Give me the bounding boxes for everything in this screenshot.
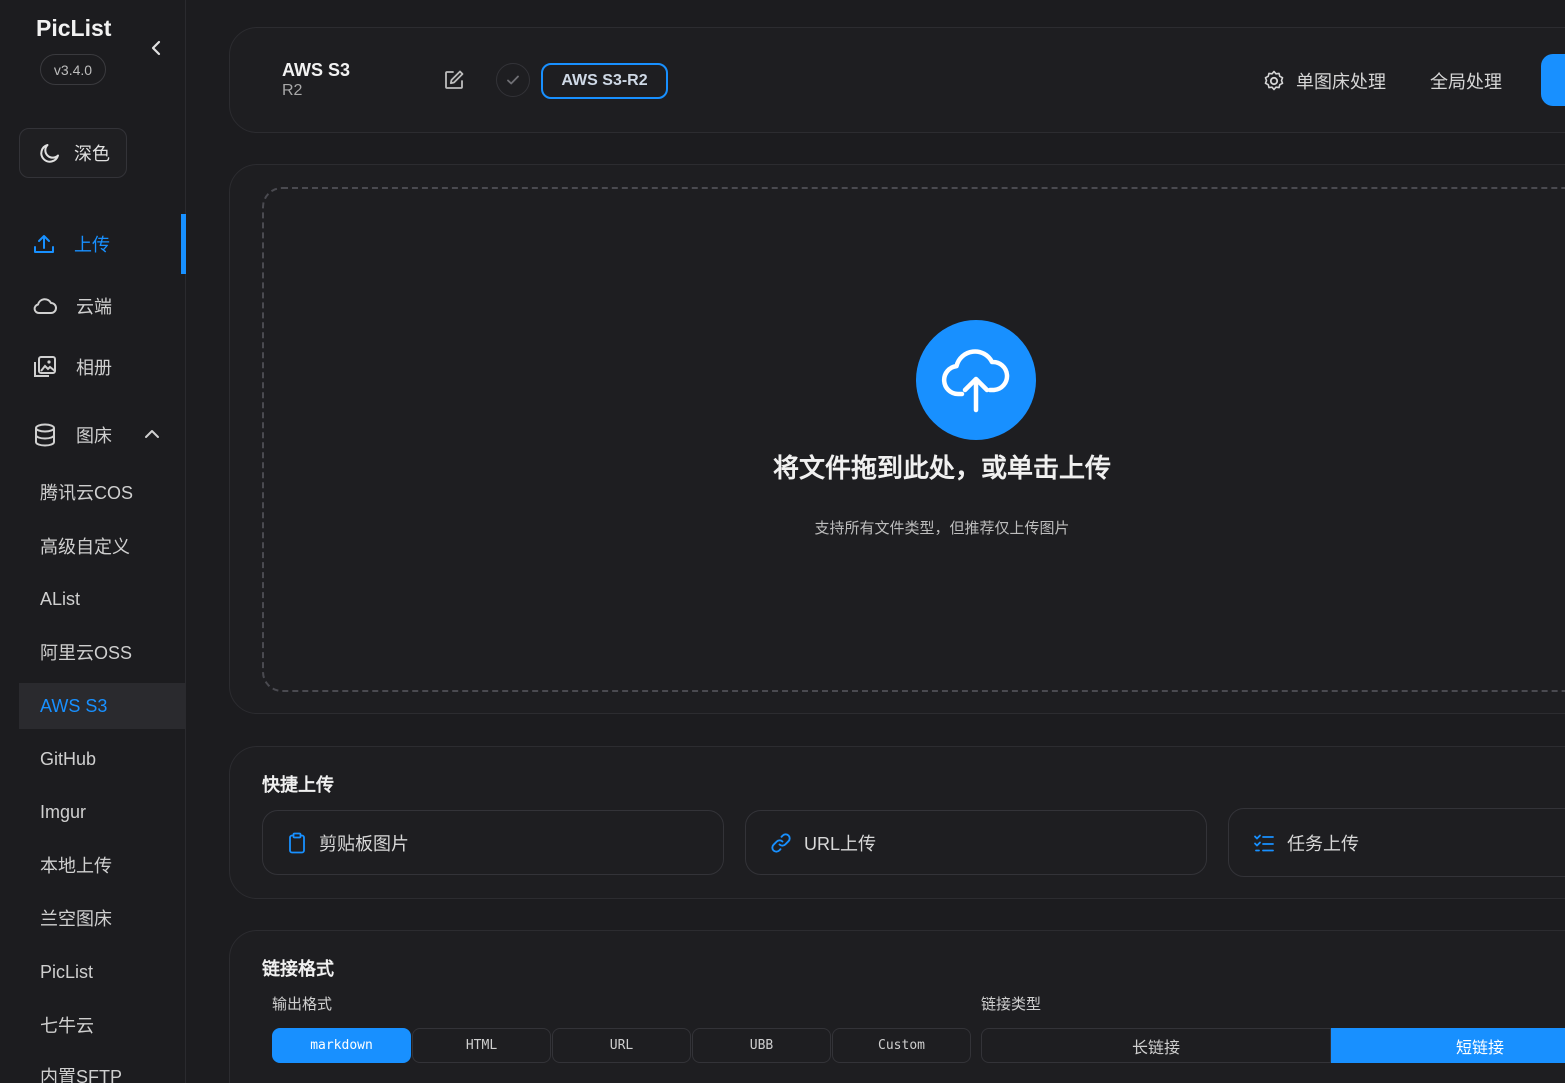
- theme-toggle-button[interactable]: 深色: [19, 128, 127, 178]
- format-option-ubb[interactable]: UBB: [692, 1028, 831, 1063]
- cloud-icon: [33, 298, 57, 315]
- picbed-item[interactable]: GitHub: [19, 736, 186, 782]
- checklist-icon: [1254, 834, 1274, 851]
- picbed-subtitle: R2: [282, 82, 303, 99]
- app-name: PicList: [36, 15, 112, 41]
- link-type-short[interactable]: 短链接: [1331, 1028, 1565, 1063]
- picbed-item[interactable]: 腾讯云COS: [19, 469, 186, 515]
- task-upload-button[interactable]: 任务上传: [1228, 808, 1565, 877]
- edit-icon: [445, 70, 464, 89]
- format-option-html[interactable]: HTML: [412, 1028, 551, 1063]
- moon-icon: [40, 144, 59, 163]
- picbed-item-active[interactable]: AWS S3: [19, 683, 186, 729]
- drop-subtitle: 支持所有文件类型，但推荐仅上传图片: [814, 520, 1070, 537]
- version-badge: v3.4.0: [40, 54, 106, 85]
- chevron-left-icon: [151, 40, 161, 56]
- chevron-up-icon: [145, 430, 159, 438]
- upload-circle: [916, 320, 1036, 440]
- nav-upload-label: 上传: [74, 235, 110, 255]
- clipboard-upload-label: 剪贴板图片: [319, 833, 409, 854]
- link-type-long[interactable]: 长链接: [981, 1028, 1331, 1063]
- picbed-item[interactable]: Imgur: [19, 789, 186, 835]
- cloud-upload-icon: [941, 349, 1010, 413]
- picbed-item[interactable]: 高级自定义: [19, 523, 186, 569]
- single-picbed-process-button[interactable]: 单图床处理: [1262, 68, 1386, 94]
- set-default-button[interactable]: [496, 63, 530, 97]
- quick-upload-title: 快捷上传: [262, 775, 334, 795]
- config-name-tag[interactable]: AWS S3-R2: [541, 63, 668, 99]
- quick-upload-card: 快捷上传 剪贴板图片 URL上传 任务上传: [229, 746, 1565, 899]
- collapse-sidebar-button[interactable]: [146, 38, 166, 58]
- picbed-item[interactable]: 兰空图床: [19, 895, 186, 941]
- single-process-label: 单图床处理: [1296, 72, 1386, 92]
- link-type-label: 链接类型: [981, 996, 1042, 1013]
- picbed-item[interactable]: 本地上传: [19, 842, 186, 888]
- sidebar: PicList v3.4.0 深色 上传 云端 相册 图床 腾讯云COS 高级自…: [0, 0, 186, 1083]
- gallery-icon: [34, 356, 56, 377]
- global-process-button[interactable]: 全局处理: [1430, 68, 1502, 94]
- url-upload-label: URL上传: [804, 833, 877, 854]
- edit-config-button[interactable]: [443, 69, 465, 91]
- output-format-label: 输出格式: [272, 996, 333, 1013]
- link-format-title: 链接格式: [262, 959, 334, 979]
- nav-picbed-label: 图床: [76, 426, 112, 446]
- upload-card: 将文件拖到此处，或单击上传 支持所有文件类型，但推荐仅上传图片: [229, 164, 1565, 714]
- picbed-item[interactable]: 七牛云: [19, 1002, 186, 1048]
- task-upload-label: 任务上传: [1287, 833, 1359, 854]
- picbed-header-card: AWS S3 R2 AWS S3-R2 单图床处理 全局处理: [229, 27, 1565, 133]
- nav-album-label: 相册: [76, 358, 112, 378]
- link-icon: [771, 832, 791, 853]
- clipboard-upload-button[interactable]: 剪贴板图片: [262, 810, 724, 875]
- database-icon: [35, 423, 55, 447]
- theme-toggle-label: 深色: [74, 144, 110, 164]
- picbed-item[interactable]: 内置SFTP: [19, 1053, 186, 1083]
- format-option-url[interactable]: URL: [552, 1028, 691, 1063]
- primary-action-button[interactable]: [1541, 54, 1565, 106]
- nav-cloud-label: 云端: [76, 297, 112, 317]
- picbed-item[interactable]: 阿里云OSS: [19, 629, 186, 675]
- gear-icon: [1264, 70, 1284, 91]
- drop-title: 将文件拖到此处，或单击上传: [772, 453, 1111, 483]
- format-option-custom[interactable]: Custom: [832, 1028, 971, 1063]
- nav-picbed[interactable]: 图床: [0, 405, 186, 465]
- picbed-item[interactable]: AList: [19, 576, 186, 622]
- nav-cloud[interactable]: 云端: [0, 276, 186, 336]
- format-option-markdown[interactable]: markdown: [272, 1028, 411, 1063]
- link-format-card: 链接格式 输出格式 markdown HTML URL UBB Custom 链…: [229, 930, 1565, 1083]
- picbed-item[interactable]: PicList: [19, 949, 186, 995]
- global-process-label: 全局处理: [1430, 72, 1502, 92]
- upload-icon: [34, 235, 54, 253]
- nav-album[interactable]: 相册: [0, 337, 186, 397]
- app-window: PicList v3.4.0 深色 上传 云端 相册 图床 腾讯云COS 高级自…: [0, 0, 1565, 1083]
- nav-upload[interactable]: 上传: [0, 214, 186, 274]
- clipboard-icon: [289, 832, 305, 853]
- url-upload-button[interactable]: URL上传: [745, 810, 1207, 875]
- picbed-title: AWS S3: [282, 60, 351, 80]
- drop-zone[interactable]: [262, 187, 1565, 692]
- check-icon: [507, 75, 519, 85]
